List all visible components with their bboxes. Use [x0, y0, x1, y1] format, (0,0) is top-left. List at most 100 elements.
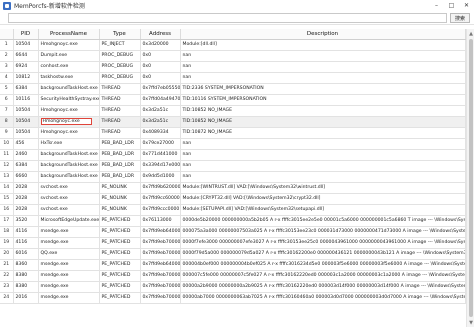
cell-type[interactable]: PROC_DEBUG — [99, 72, 141, 84]
table-row[interactable]: 6 10116 SecurityHealthSystray.exe THREAD 0x7… — [0, 94, 466, 106]
cell-pid[interactable]: 10812 — [13, 72, 39, 84]
cell-processname[interactable]: svchost.exe — [38, 193, 100, 205]
cell-address[interactable]: 0x7ffd04a49470 — [140, 94, 181, 106]
cell-address[interactable]: 0x0 — [140, 50, 181, 62]
cell-description[interactable]: Module:[dll.dll] — [180, 39, 466, 51]
scrollbar-thumb[interactable] — [469, 39, 473, 317]
cell-type[interactable]: PE_PATCHED — [99, 237, 141, 249]
table-row[interactable]: 13 6660 backgroundTaskHost.exe PEB_BAD_LDR 0… — [0, 171, 466, 183]
cell-pid[interactable]: 8360 — [13, 259, 39, 271]
cell-processname[interactable]: backgroundTaskHost.exe — [38, 171, 100, 183]
cell-pid[interactable]: 6924 — [13, 61, 39, 73]
cell-type[interactable]: PE_PATCHED — [99, 215, 141, 227]
cell-type[interactable]: THREAD — [99, 83, 141, 95]
cell-index[interactable]: 22 — [0, 270, 14, 282]
cell-index[interactable]: 13 — [0, 171, 14, 183]
cell-index[interactable]: 23 — [0, 281, 14, 293]
cell-processname[interactable]: conhost.exe — [38, 61, 100, 73]
cell-address[interactable]: 0x79ce27000 — [140, 138, 181, 150]
cell-address[interactable]: 0x3d2a51c — [140, 116, 181, 128]
maximize-icon[interactable]: □ — [444, 0, 459, 11]
column-header-description[interactable]: Description — [180, 29, 466, 40]
cell-processname[interactable]: Hmohgnoyc.exe — [38, 116, 100, 128]
cell-type[interactable]: PE_PATCHED — [99, 270, 141, 282]
cell-pid[interactable]: 6384 — [13, 160, 39, 172]
cell-processname[interactable]: msedge.exe — [38, 281, 100, 293]
minimize-icon[interactable]: – — [429, 0, 444, 11]
cell-processname[interactable]: backgroundTaskHost.exe — [38, 83, 100, 95]
cell-pid[interactable]: 3520 — [13, 215, 39, 227]
cell-address[interactable]: 0x7ffd9cc60000 — [140, 193, 181, 205]
cell-type[interactable]: PE_PATCHED — [99, 226, 141, 238]
cell-description[interactable]: nan — [180, 61, 466, 73]
cell-index[interactable]: 20 — [0, 248, 14, 260]
table-row[interactable]: 10 456 HxTsr.exe PEB_BAD_LDR 0x79ce27000 nan — [0, 138, 466, 150]
cell-processname[interactable]: MicrosoftEdgeUpdate.exe — [38, 215, 100, 227]
table-row[interactable]: 1 10504 Hmohgnoyc.exe PE_INJECT 0x3d20000 Mod… — [0, 39, 466, 51]
cell-index[interactable]: 1 — [0, 39, 14, 51]
cell-type[interactable]: PROC_DEBUG — [99, 50, 141, 62]
cell-pid[interactable]: 8380 — [13, 281, 39, 293]
cell-type[interactable]: PE_PATCHED — [99, 292, 141, 304]
cell-index[interactable]: 21 — [0, 259, 14, 271]
table-row[interactable]: 20 6016 QQ.exe PE_PATCHED 0x7ffd9eb70000 0000… — [0, 248, 466, 260]
column-header-pid[interactable]: PID — [13, 29, 39, 40]
cell-address[interactable]: 0x7ffd9eb64000 — [140, 259, 181, 271]
cell-pid[interactable]: 2460 — [13, 149, 39, 161]
table-row[interactable]: 2 6644 Dumpit.exe PROC_DEBUG 0x0 nan — [0, 50, 466, 62]
cell-index[interactable]: 8 — [0, 116, 14, 128]
cell-processname[interactable]: SecurityHealthSystray.exe — [38, 94, 100, 106]
cell-address[interactable]: 0x7ffd9ccc0000 — [140, 204, 181, 216]
cell-description[interactable]: TID:10852 NO_IMAGE — [180, 116, 466, 128]
cell-processname[interactable]: msedge.exe — [38, 259, 100, 271]
cell-address[interactable]: 0x3394d17e000 — [140, 160, 181, 172]
cell-address[interactable]: 0x7ffd9b620000 — [140, 182, 181, 194]
cell-pid[interactable]: 6660 — [13, 171, 39, 183]
table-row[interactable]: 8 10504 Hmohgnoyc.exe THREAD 0x3d2a51c TID:10… — [0, 116, 466, 128]
cell-description[interactable]: 000007c5fe000 00000007c5fe027 A r-x ffff… — [180, 270, 466, 282]
cell-processname[interactable]: HxTsr.exe — [38, 138, 100, 150]
cell-type[interactable]: PE_NOLINK — [99, 182, 141, 194]
cell-address[interactable]: 0x3d2a51c — [140, 105, 181, 117]
table-row[interactable]: 5 6384 backgroundTaskHost.exe THREAD 0x7ffd7… — [0, 83, 466, 95]
table-row[interactable]: 4 10812 taskhostw.exe PROC_DEBUG 0x0 nan — [0, 72, 466, 84]
cell-processname[interactable]: msedge.exe — [38, 237, 100, 249]
cell-type[interactable]: PE_PATCHED — [99, 281, 141, 293]
search-button[interactable]: 搜索 — [450, 13, 470, 23]
cell-description[interactable]: 00000a2b9000 00000000a2b9025 A r-x ffffc… — [180, 281, 466, 293]
cell-pid[interactable]: 10504 — [13, 127, 39, 139]
cell-address[interactable]: 0x7ffd9eb70000 — [140, 281, 181, 293]
column-header-type[interactable]: Type — [99, 29, 141, 40]
cell-description[interactable]: TID:10872 NO_IMAGE — [180, 127, 466, 139]
cell-processname[interactable]: svchost.exe — [38, 204, 100, 216]
cell-processname[interactable]: taskhostw.exe — [38, 72, 100, 84]
table-row[interactable]: 21 8360 msedge.exe PE_PATCHED 0x7ffd9eb64000… — [0, 259, 466, 271]
cell-pid[interactable]: 456 — [13, 138, 39, 150]
vertical-scrollbar[interactable]: ▲ ▼ — [466, 29, 474, 327]
scroll-up-icon[interactable]: ▲ — [467, 30, 474, 37]
table-row[interactable]: 18 4116 msedge.exe PE_PATCHED 0x7ffd9eb64000… — [0, 226, 466, 238]
cell-type[interactable]: PE_NOLINK — [99, 193, 141, 205]
cell-description[interactable]: TID:10852 NO_IMAGE — [180, 105, 466, 117]
cell-pid[interactable]: 6384 — [13, 83, 39, 95]
cell-address[interactable]: 0x7ffd7eb05550 — [140, 83, 181, 95]
cell-description[interactable]: 000004b0ef000 000000004b0ef025 A r-x fff… — [180, 259, 466, 271]
cell-address[interactable]: 0x7ffd9eb64000 — [140, 226, 181, 238]
cell-index[interactable]: 2 — [0, 50, 14, 62]
cell-description[interactable]: nan — [180, 138, 466, 150]
table-row[interactable]: 7 10504 Hmohgnoyc.exe THREAD 0x3d2a51c TID:10… — [0, 105, 466, 117]
scroll-down-icon[interactable]: ▼ — [467, 319, 474, 326]
cell-address[interactable]: 0x4089334 — [140, 127, 181, 139]
cell-index[interactable]: 19 — [0, 237, 14, 249]
cell-address[interactable]: 0x7ffd9eb70000 — [140, 292, 181, 304]
table-row[interactable]: 16 2028 svchost.exe PE_NOLINK 0x7ffd9ccc0000… — [0, 204, 466, 216]
table-row[interactable]: 22 8380 msedge.exe PE_PATCHED 0x7ffd9eb70000… — [0, 270, 466, 282]
cell-index[interactable]: 4 — [0, 72, 14, 84]
cell-pid[interactable]: 8380 — [13, 270, 39, 282]
cell-index[interactable]: 11 — [0, 149, 14, 161]
cell-description[interactable]: 000075a3a000 00000007503a025 A r-x ffffc… — [180, 226, 466, 238]
cell-processname[interactable]: backgroundTaskHost.exe — [38, 149, 100, 161]
cell-description[interactable]: 0000de5b20000 000000000a5b2b05 A r-x fff… — [180, 215, 466, 227]
cell-description[interactable]: TID:10116 SYSTEM_IMPERSONATION — [180, 94, 466, 106]
cell-index[interactable]: 17 — [0, 215, 14, 227]
